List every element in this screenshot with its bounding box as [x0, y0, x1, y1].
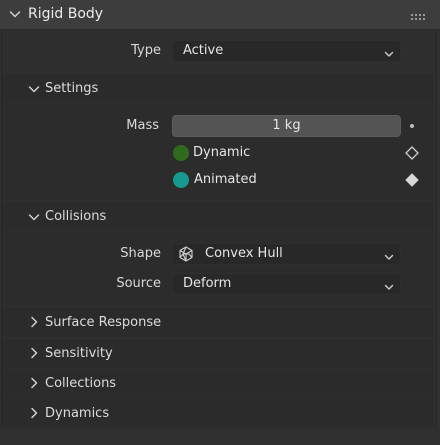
animated-checkbox[interactable]: Animated: [172, 171, 412, 191]
chevron-right-icon: [28, 316, 40, 328]
keyframe-filled-icon[interactable]: [405, 173, 419, 191]
animated-label: Animated: [194, 172, 257, 187]
animate-property-dot-icon[interactable]: [410, 124, 414, 128]
chevron-right-icon: [28, 347, 40, 359]
dynamics-subpanel-header[interactable]: Dynamics: [2, 399, 434, 428]
drag-handle-icon[interactable]: [410, 10, 426, 25]
shape-value: Convex Hull: [205, 246, 283, 261]
mass-label: Mass: [126, 118, 159, 133]
collections-title: Collections: [45, 376, 117, 391]
chevron-down-icon: [28, 211, 40, 223]
dynamics-title: Dynamics: [45, 406, 110, 421]
chevron-down-icon: [9, 8, 21, 20]
surface-response-subpanel-header[interactable]: Surface Response: [2, 308, 434, 337]
chevron-down-icon: [28, 83, 40, 95]
sensitivity-subpanel-header[interactable]: Sensitivity: [2, 339, 434, 368]
settings-subpanel-header[interactable]: Settings: [2, 74, 434, 103]
type-label: Type: [131, 43, 161, 58]
shape-dropdown[interactable]: Convex Hull: [172, 243, 401, 265]
rigid-body-panel-header[interactable]: Rigid Body: [0, 0, 440, 30]
chevron-down-icon: [384, 249, 394, 269]
chevron-down-icon: [384, 46, 394, 66]
collisions-subpanel-header[interactable]: Collisions: [2, 202, 434, 231]
surface-response-title: Surface Response: [45, 315, 162, 330]
mass-field[interactable]: 1 kg: [172, 115, 401, 137]
source-label: Source: [116, 276, 161, 291]
collisions-title: Collisions: [45, 209, 107, 224]
source-dropdown[interactable]: Deform: [172, 273, 401, 295]
chevron-right-icon: [28, 407, 40, 419]
convex-hull-icon: [178, 246, 194, 269]
sensitivity-title: Sensitivity: [45, 346, 113, 361]
source-value: Deform: [183, 276, 232, 291]
type-dropdown[interactable]: Active: [172, 40, 401, 62]
collections-subpanel-header[interactable]: Collections: [2, 369, 434, 398]
dynamic-label: Dynamic: [193, 145, 251, 160]
chevron-down-icon: [384, 279, 394, 299]
animated-indicator-icon: [173, 172, 189, 188]
dynamic-indicator-icon: [173, 145, 189, 161]
shape-label: Shape: [120, 246, 161, 261]
mass-value: 1 kg: [272, 118, 301, 133]
keyframe-empty-icon[interactable]: [405, 146, 419, 164]
dynamic-checkbox[interactable]: Dynamic: [172, 144, 412, 164]
type-value: Active: [183, 43, 224, 58]
settings-title: Settings: [45, 81, 99, 96]
panel-title: Rigid Body: [28, 6, 104, 22]
chevron-right-icon: [28, 377, 40, 389]
